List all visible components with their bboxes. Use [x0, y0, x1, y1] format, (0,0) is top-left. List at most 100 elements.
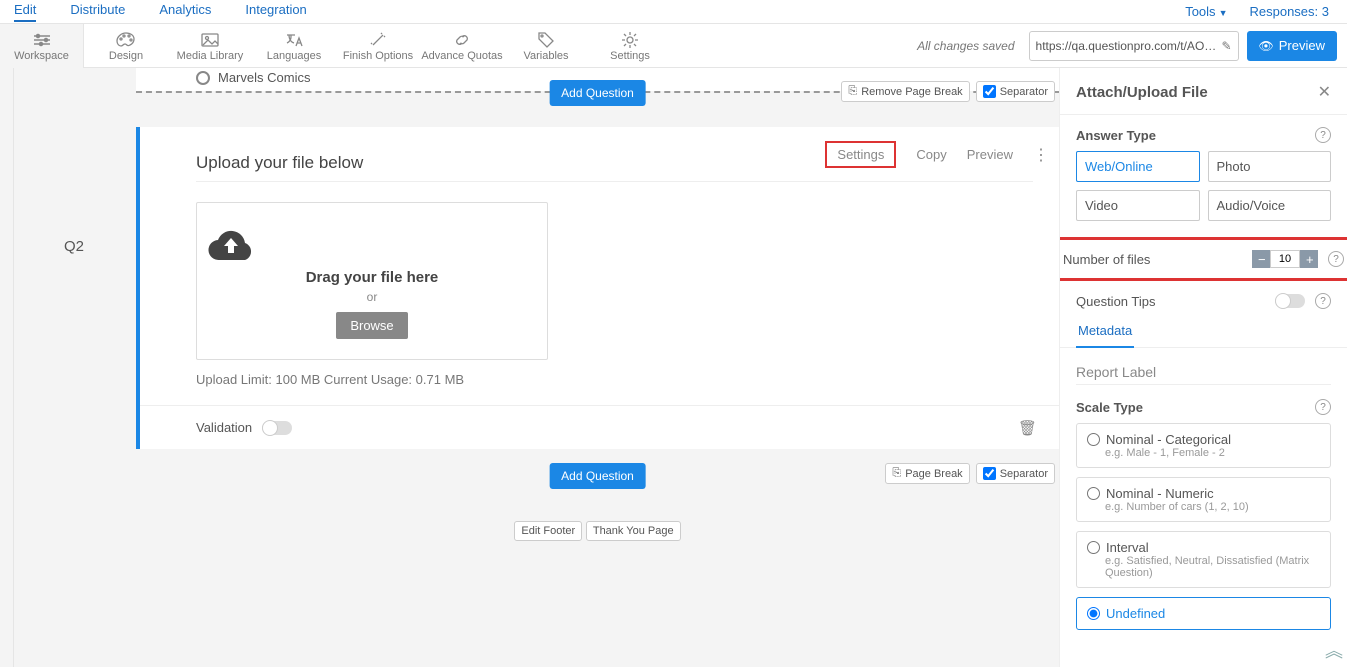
- tool-label: Design: [84, 50, 168, 62]
- browse-button[interactable]: Browse: [336, 312, 407, 339]
- page-tools: ⎘ Page Break Separator: [885, 463, 1055, 484]
- scale-interval[interactable]: Interval e.g. Satisfied, Neutral, Dissat…: [1076, 531, 1331, 588]
- caret-down-icon: ▼: [1219, 8, 1228, 18]
- validation-label: Validation: [196, 420, 252, 435]
- remove-page-break-button[interactable]: ⎘ Remove Page Break: [841, 81, 969, 102]
- link-icon: ⎘: [892, 467, 901, 480]
- tool-workspace[interactable]: Workspace: [0, 24, 84, 68]
- radio-icon: [1087, 433, 1100, 446]
- page-body: Marvels Comics Add Question ⎘ Remove Pag…: [0, 68, 1347, 667]
- question-tips-row: Question Tips ?: [1060, 281, 1347, 313]
- thank-you-page-button[interactable]: Thank You Page: [586, 521, 681, 541]
- survey-url[interactable]: https://qa.questionpro.com/t/AOvomZe ✎: [1029, 31, 1239, 61]
- validation-toggle[interactable]: [262, 421, 292, 435]
- metadata-tab-label[interactable]: Metadata: [1076, 323, 1134, 348]
- scale-type-label: Scale Type: [1076, 400, 1143, 415]
- question-card: Settings Copy Preview ⋮ Upload your file…: [136, 127, 1059, 449]
- page-break-button[interactable]: ⎘ Page Break: [885, 463, 969, 484]
- right-panel: Attach/Upload File ✕ Answer Type ? Web/O…: [1059, 68, 1347, 667]
- add-row: Add Question ⎘ Page Break Separator: [136, 463, 1059, 491]
- help-icon[interactable]: ?: [1328, 251, 1344, 267]
- panel-title: Attach/Upload File: [1076, 84, 1208, 101]
- tool-label: Advance Quotas: [420, 50, 504, 62]
- stepper-plus-button[interactable]: +: [1300, 250, 1318, 268]
- tool-variables[interactable]: Variables: [504, 30, 588, 62]
- tool-advance-quotas[interactable]: Advance Quotas: [420, 30, 504, 62]
- num-files-stepper: − +: [1252, 250, 1318, 268]
- scale-undefined[interactable]: Undefined: [1076, 597, 1331, 630]
- answer-type-section: Answer Type ? Web/Online Photo Video Aud…: [1060, 115, 1347, 221]
- language-icon: [252, 30, 336, 50]
- label: Nominal - Numeric: [1106, 486, 1214, 501]
- upload-dropzone[interactable]: Drag your file here or Browse: [196, 202, 548, 360]
- stepper-minus-button[interactable]: −: [1252, 250, 1270, 268]
- tool-finish-options[interactable]: Finish Options: [336, 30, 420, 62]
- left-gutter: [0, 68, 14, 667]
- cloud-upload-icon: [207, 227, 537, 263]
- more-menu-icon[interactable]: ⋮: [1033, 145, 1047, 165]
- nav-analytics[interactable]: Analytics: [159, 2, 211, 22]
- tool-media-library[interactable]: Media Library: [168, 30, 252, 62]
- label: Remove Page Break: [861, 86, 963, 98]
- label: Nominal - Categorical: [1106, 432, 1231, 447]
- validation-row: Validation 🗑: [140, 405, 1059, 449]
- tool-settings[interactable]: Settings: [588, 30, 672, 62]
- label: Separator: [1000, 86, 1048, 98]
- scale-nominal-numeric[interactable]: Nominal - Numeric e.g. Number of cars (1…: [1076, 477, 1331, 522]
- answer-type-web[interactable]: Web/Online: [1076, 151, 1200, 182]
- add-question-button[interactable]: Add Question: [549, 80, 646, 106]
- radio-icon: [1087, 487, 1100, 500]
- separator-toggle-bottom[interactable]: Separator: [976, 463, 1055, 484]
- report-label-heading: Report Label: [1076, 348, 1331, 385]
- tab-preview[interactable]: Preview: [967, 147, 1013, 162]
- nav-distribute[interactable]: Distribute: [70, 2, 125, 22]
- responses-link[interactable]: Responses: 3: [1249, 4, 1329, 19]
- footer-row: Edit Footer Thank You Page: [136, 521, 1059, 541]
- wand-icon: [336, 30, 420, 50]
- num-files-label: Number of files: [1063, 252, 1150, 267]
- page-break-tools: ⎘ Remove Page Break Separator: [841, 81, 1055, 102]
- answer-type-label: Answer Type: [1076, 128, 1156, 143]
- answer-type-photo[interactable]: Photo: [1208, 151, 1332, 182]
- radio-icon: [1087, 541, 1100, 554]
- tab-settings[interactable]: Settings: [825, 141, 896, 168]
- preview-label: Preview: [1279, 38, 1325, 53]
- unlink-icon: ⎘: [848, 85, 857, 98]
- edit-footer-button[interactable]: Edit Footer: [514, 521, 582, 541]
- tool-label: Settings: [588, 50, 672, 62]
- close-icon[interactable]: ✕: [1318, 82, 1331, 102]
- number-of-files-section: Number of files − + ?: [1059, 237, 1347, 281]
- num-files-input[interactable]: [1270, 250, 1300, 268]
- add-question-button-bottom[interactable]: Add Question: [549, 463, 646, 489]
- separator-checkbox[interactable]: [983, 85, 996, 98]
- save-status: All changes saved: [917, 39, 1014, 53]
- nav-integration[interactable]: Integration: [245, 2, 306, 22]
- example: e.g. Number of cars (1, 2, 10): [1105, 501, 1320, 513]
- pencil-icon[interactable]: ✎: [1221, 39, 1231, 53]
- help-icon[interactable]: ?: [1315, 127, 1331, 143]
- trash-icon[interactable]: 🗑: [1018, 419, 1037, 437]
- help-icon[interactable]: ?: [1315, 293, 1331, 309]
- separator-checkbox[interactable]: [983, 467, 996, 480]
- label: Page Break: [905, 468, 962, 480]
- question-tips-toggle[interactable]: [1275, 294, 1305, 308]
- tool-label: Languages: [252, 50, 336, 62]
- answer-type-video[interactable]: Video: [1076, 190, 1200, 221]
- scale-nominal-categorical[interactable]: Nominal - Categorical e.g. Male - 1, Fem…: [1076, 423, 1331, 468]
- tool-design[interactable]: Design: [84, 30, 168, 62]
- tool-label: Media Library: [168, 50, 252, 62]
- link-icon: [420, 30, 504, 50]
- answer-type-audio[interactable]: Audio/Voice: [1208, 190, 1332, 221]
- nav-edit[interactable]: Edit: [14, 2, 36, 22]
- tab-copy[interactable]: Copy: [916, 147, 946, 162]
- tool-languages[interactable]: Languages: [252, 30, 336, 62]
- separator-toggle[interactable]: Separator: [976, 81, 1055, 102]
- option-label: Marvels Comics: [218, 70, 310, 85]
- tag-icon: [504, 30, 588, 50]
- tools-menu[interactable]: Tools▼: [1185, 4, 1227, 19]
- example: e.g. Male - 1, Female - 2: [1105, 447, 1320, 459]
- help-icon[interactable]: ?: [1315, 399, 1331, 415]
- preview-button[interactable]: 👁 Preview: [1247, 31, 1337, 61]
- toolbar: Workspace Design Media Library Languages…: [0, 24, 1347, 68]
- toolbar-right: All changes saved https://qa.questionpro…: [917, 31, 1347, 61]
